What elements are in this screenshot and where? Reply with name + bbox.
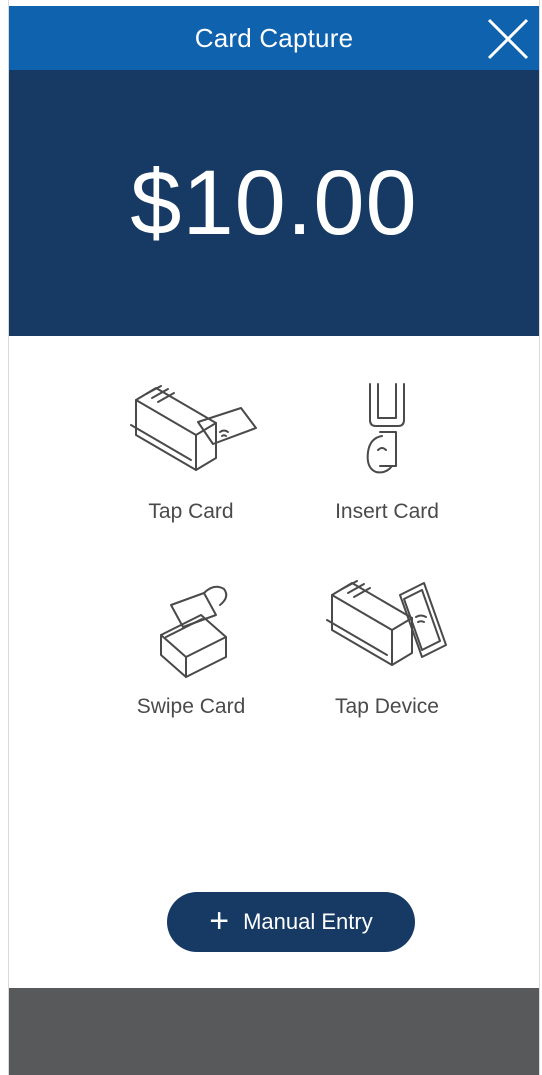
swipe-card-icon bbox=[160, 585, 228, 678]
close-icon bbox=[487, 18, 529, 60]
footer-bar bbox=[9, 988, 539, 1075]
plus-icon: + bbox=[209, 901, 230, 940]
tap-device-icon bbox=[326, 580, 447, 666]
option-swipe-card[interactable]: Swipe Card bbox=[81, 575, 301, 719]
option-tap-card[interactable]: Tap Card bbox=[81, 380, 301, 524]
manual-entry-button[interactable]: + Manual Entry bbox=[167, 892, 415, 952]
card-capture-screen: Card Capture $10.00 Tap Card Insert Card… bbox=[8, 0, 540, 1075]
option-tap-device[interactable]: Tap Device bbox=[277, 575, 497, 719]
page-title: Card Capture bbox=[194, 22, 354, 53]
payment-amount: $10.00 bbox=[130, 151, 418, 254]
option-label: Insert Card bbox=[335, 500, 439, 523]
option-label: Tap Card bbox=[148, 500, 234, 523]
close-button[interactable] bbox=[485, 16, 531, 62]
option-label: Swipe Card bbox=[136, 695, 246, 718]
insert-card-icon bbox=[366, 383, 405, 474]
header-bar: Card Capture bbox=[9, 6, 539, 70]
option-insert-card[interactable]: Insert Card bbox=[277, 380, 497, 524]
amount-panel: $10.00 bbox=[9, 70, 539, 336]
option-label: Tap Device bbox=[335, 695, 439, 718]
tap-card-icon bbox=[130, 385, 257, 471]
manual-entry-label: Manual Entry bbox=[243, 909, 373, 934]
